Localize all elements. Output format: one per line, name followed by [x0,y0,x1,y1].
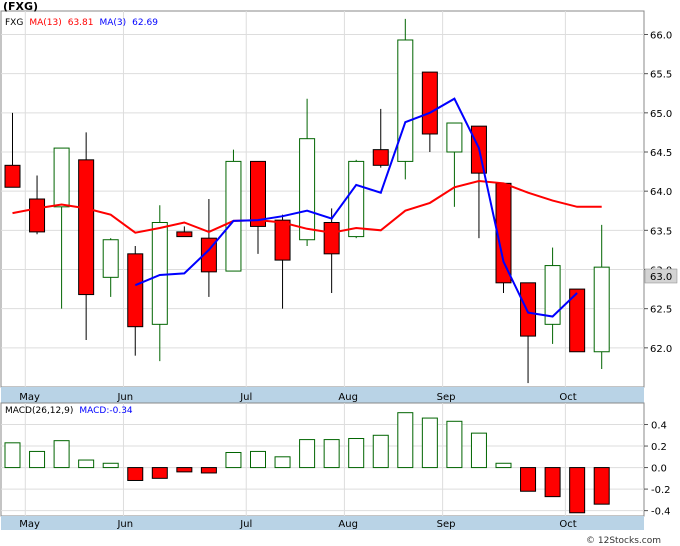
price-month-label: Jul [239,392,252,403]
last-price-tag: 63.0 [650,272,672,283]
watermark: © 12Stocks.com [586,536,661,546]
macd-y-axis: -0.4 -0.2 0.0 0.2 0.4 [644,421,671,518]
price-y-axis: 62.0 62.5 63.0 63.5 64.0 64.5 65.0 65.5 66.0 [644,31,672,355]
candle-down [29,198,46,233]
macd-bar [299,439,316,469]
candle-up [446,122,463,153]
candle-down [323,222,340,255]
price-tick-label: 64.5 [650,148,672,159]
macd-tick-label: 0.4 [651,421,667,432]
macd-bar [495,462,512,469]
macd-bar [127,467,144,481]
macd-bar [323,439,340,469]
macd-month-label: Oct [559,519,576,530]
candle-down [520,282,537,337]
price-tick-label: 65.5 [650,70,672,81]
candle-up [225,160,242,272]
price-month-label: Jun [116,392,133,403]
candle-down [176,231,193,238]
macd-month-label: May [19,519,40,530]
macd-bar [544,467,561,498]
macd-tick-label: -0.4 [651,507,671,518]
macd-tick-label: 0.0 [651,464,667,475]
candle-up [151,222,168,325]
stock-chart: 62.0 62.5 63.0 63.5 64.0 64.5 65.0 65.5 66.0 May… [0,0,678,546]
candle-down [372,149,389,166]
macd-month-label: Jul [239,519,252,530]
candle-down [4,164,21,188]
macd-bar [176,467,193,473]
macd-legend: MACD(26,12,9) MACD:-0.34 [5,406,133,416]
macd-bar [520,467,537,492]
legend-item: MACD(26,12,9) [5,406,73,416]
macd-bar [348,438,365,469]
macd-bar [274,456,291,469]
price-tick-label: 62.5 [650,305,672,316]
price-tick-label: 64.0 [650,187,672,198]
price-tick-label: 65.0 [650,109,672,120]
legend-item: 62.69 [132,18,158,28]
macd-panel [0,402,645,517]
macd-bar [593,467,610,505]
candle-down [250,160,266,227]
price-tick-label: 66.0 [650,31,672,42]
candle-up [299,138,316,241]
macd-bar [372,434,389,469]
macd-bar [78,459,95,469]
macd-bar [225,452,242,469]
macd-bar [200,467,217,474]
candle-down [421,71,438,135]
legend-item: 63.81 [68,18,94,28]
candle-up [102,239,119,278]
macd-month-band [1,516,644,530]
price-month-label: Sep [437,392,456,403]
candle-up [53,147,70,208]
macd-bar [470,432,487,469]
macd-bar [102,462,119,469]
candle-up [593,266,610,353]
price-month-band [1,387,644,403]
price-month-label: Aug [338,392,358,403]
macd-month-label: Aug [338,519,358,530]
price-tick-label: 63.5 [650,226,672,237]
legend-item: FXG [5,18,23,28]
macd-bar [53,440,70,469]
macd-tick-label: -0.2 [651,485,671,496]
macd-bar [421,417,438,469]
macd-bar [569,467,586,514]
macd-bar [29,450,46,469]
macd-month-label: Sep [437,519,456,530]
candle-up [397,39,414,162]
candle-down [274,219,291,261]
macd-bar [397,412,414,469]
macd-bar [446,420,463,469]
macd-bar [250,450,266,469]
candle-down [78,159,95,296]
price-tick-label: 62.0 [650,344,672,355]
macd-bar [151,467,168,479]
macd-month-label: Jun [116,519,133,530]
legend-item: MA(3) [100,18,127,28]
macd-tick-label: 0.2 [651,442,667,453]
ticker-label: (FXG) [3,0,38,13]
price-month-label: May [19,392,40,403]
legend-item: MACD:-0.34 [79,406,133,416]
candle-down [127,253,144,328]
candle-up [348,160,365,238]
legend-item: MA(13) [29,18,61,28]
price-month-label: Oct [559,392,576,403]
macd-bar [4,442,21,469]
